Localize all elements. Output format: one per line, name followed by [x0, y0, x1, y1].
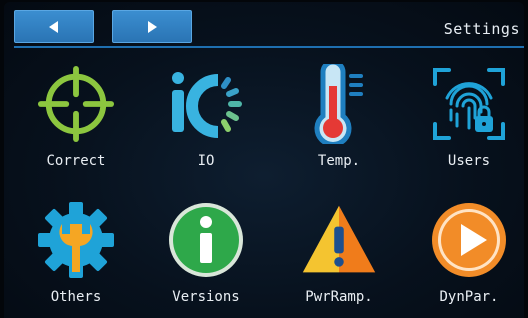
tile-correct[interactable]: Correct [16, 64, 136, 192]
play-icon [432, 203, 506, 277]
fingerprint-icon [433, 68, 505, 140]
io-icon [172, 72, 242, 138]
crosshair-icon [37, 65, 115, 143]
tile-dynpar[interactable]: DynPar. [409, 200, 524, 318]
tile-label: Others [50, 289, 102, 305]
page-title: Settings [443, 20, 520, 38]
tile-pwrramp[interactable]: PwrRamp. [279, 200, 399, 318]
tile-label: Temp. [317, 153, 361, 169]
tile-label: Versions [172, 289, 240, 305]
warning-icon [302, 205, 376, 273]
thermometer-icon [314, 64, 363, 144]
info-icon [169, 203, 243, 277]
tile-label: PwrRamp. [305, 289, 373, 305]
left-arrow-icon [49, 20, 58, 33]
top-bar: Settings [4, 2, 524, 46]
tile-label: IO [197, 153, 215, 169]
right-arrow-icon [148, 20, 157, 33]
tile-users[interactable]: Users [409, 64, 524, 192]
tile-io[interactable]: IO [146, 64, 266, 192]
header-divider [14, 46, 524, 48]
tile-others[interactable]: Others [16, 200, 136, 318]
back-button[interactable] [14, 10, 94, 43]
tile-versions[interactable]: Versions [146, 200, 266, 318]
tile-temp[interactable]: Temp. [279, 64, 399, 192]
screen: Settings Correct IO Temp. Users Others V… [4, 2, 524, 318]
forward-button[interactable] [112, 10, 192, 43]
gear-wrench-icon [38, 202, 114, 278]
tile-label: DynPar. [439, 289, 499, 305]
tile-label: Users [447, 153, 491, 169]
tile-label: Correct [46, 153, 106, 169]
